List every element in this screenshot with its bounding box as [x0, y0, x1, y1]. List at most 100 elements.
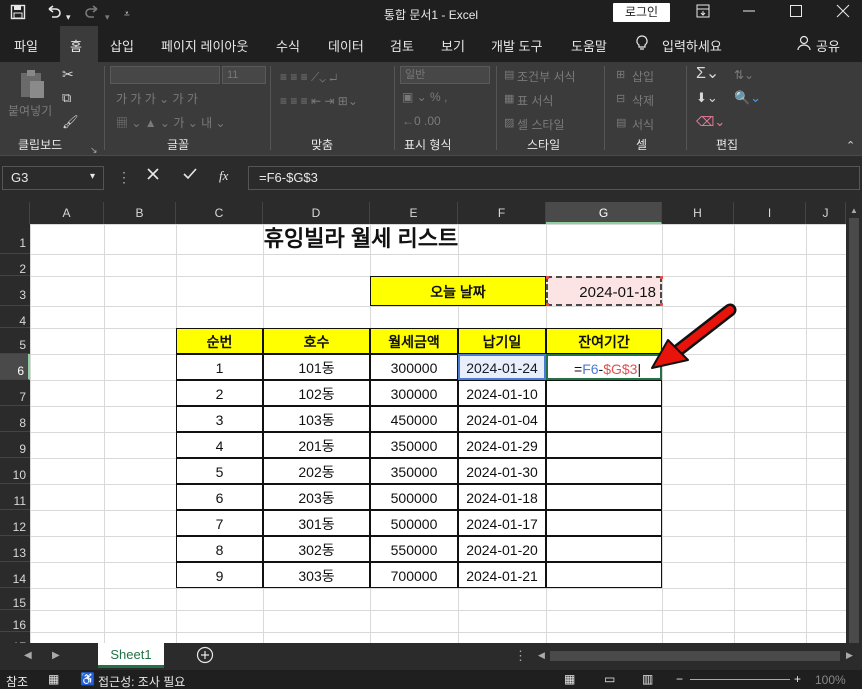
tab-page-layout[interactable]: 페이지 레이아웃 — [161, 36, 248, 55]
column-header-c[interactable]: C — [176, 202, 263, 224]
sheet-tab-sheet1[interactable]: Sheet1 — [98, 643, 164, 668]
table-cell[interactable]: 2024-01-21 — [458, 562, 546, 588]
row-header-10[interactable]: 10 — [0, 458, 30, 484]
row-header-3[interactable]: 3 — [0, 276, 30, 306]
table-header-cell[interactable]: 호수 — [263, 328, 370, 354]
tab-home[interactable]: 홈 — [70, 36, 82, 55]
row-header-1[interactable]: 1 — [0, 224, 30, 254]
table-cell[interactable]: 2024-01-20 — [458, 536, 546, 562]
normal-view-icon[interactable]: ▦ — [564, 672, 575, 686]
save-icon[interactable] — [10, 4, 26, 25]
page-break-view-icon[interactable]: ▥ — [642, 672, 653, 686]
minimize-icon[interactable] — [742, 4, 756, 23]
table-cell[interactable]: 9 — [176, 562, 263, 588]
table-cell[interactable]: 101동 — [263, 354, 370, 380]
tab-help[interactable]: 도움말 — [571, 36, 607, 55]
table-cell[interactable] — [546, 432, 662, 458]
table-cell[interactable]: 201동 — [263, 432, 370, 458]
table-cell[interactable] — [546, 510, 662, 536]
tell-me-search[interactable]: 입력하세요 — [662, 36, 722, 55]
column-header-f[interactable]: F — [458, 202, 546, 224]
column-header-a[interactable]: A — [30, 202, 104, 224]
scroll-up-icon[interactable]: ▲ — [850, 206, 858, 215]
font-size-box[interactable]: 11 — [222, 66, 266, 84]
tab-developer[interactable]: 개발 도구 — [491, 36, 542, 55]
table-cell[interactable]: 3 — [176, 406, 263, 432]
table-cell[interactable] — [546, 562, 662, 588]
table-cell[interactable]: 2 — [176, 380, 263, 406]
column-header-b[interactable]: B — [104, 202, 176, 224]
table-cell[interactable]: 2024-01-29 — [458, 432, 546, 458]
table-cell[interactable]: 6 — [176, 484, 263, 510]
paste-label[interactable]: 붙여넣기 — [8, 102, 52, 119]
name-box-dropdown-icon[interactable]: ▾ — [90, 171, 95, 182]
cancel-icon[interactable] — [146, 167, 160, 186]
number-format-box[interactable]: 일반 — [400, 66, 490, 84]
cut-icon[interactable]: ✂ — [62, 66, 74, 82]
row-header-15[interactable]: 15 — [0, 588, 30, 610]
paste-icon[interactable] — [18, 68, 48, 100]
customize-qat-icon[interactable]: ⩡ — [124, 6, 130, 24]
column-header-j[interactable]: J — [806, 202, 846, 224]
conditional-format-button[interactable]: 조건부 서식 — [517, 68, 576, 85]
table-cell[interactable] — [546, 406, 662, 432]
insert-cells-button[interactable]: 삽입 — [632, 68, 654, 85]
table-format-icon[interactable]: ▦ — [504, 92, 514, 105]
table-cell[interactable]: 7 — [176, 510, 263, 536]
table-cell[interactable]: 300000 — [370, 354, 458, 380]
table-cell[interactable]: 350000 — [370, 432, 458, 458]
table-cell[interactable]: 350000 — [370, 458, 458, 484]
table-cell[interactable]: 1 — [176, 354, 263, 380]
tab-insert[interactable]: 삽입 — [110, 36, 134, 55]
row-header-9[interactable]: 9 — [0, 432, 30, 458]
column-header-d[interactable]: D — [263, 202, 370, 224]
delete-cells-button[interactable]: 삭제 — [632, 92, 654, 109]
row-header-16[interactable]: 16 — [0, 610, 30, 632]
close-icon[interactable] — [836, 4, 850, 23]
conditional-format-icon[interactable]: ▤ — [504, 68, 514, 81]
table-cell[interactable] — [546, 380, 662, 406]
table-cell[interactable]: 450000 — [370, 406, 458, 432]
zoom-out-icon[interactable]: − — [676, 672, 683, 686]
font-name-box[interactable] — [110, 66, 220, 84]
align-horizontal-buttons[interactable]: ≡ ≡ ≡ ⇤ ⇥ ⊞⌄ — [280, 94, 358, 108]
column-header-e[interactable]: E — [370, 202, 458, 224]
sheet-title-cell[interactable]: 휴잉빌라 월세 리스트 — [176, 224, 546, 254]
share-button[interactable]: 공유 — [816, 36, 840, 55]
table-cell[interactable]: 5 — [176, 458, 263, 484]
table-cell[interactable]: 300000 — [370, 380, 458, 406]
table-cell[interactable]: 303동 — [263, 562, 370, 588]
column-header-g[interactable]: G — [546, 202, 662, 224]
macro-record-icon[interactable]: ▦ — [48, 672, 59, 686]
name-box[interactable]: G3 — [2, 166, 104, 190]
worksheet-grid[interactable]: ABCDEFGHIJ 1234567891011121314151617 휴잉빌… — [0, 202, 846, 643]
font-style-buttons[interactable]: 가 가 가 ⌄ 가 가 — [116, 90, 198, 107]
table-format-button[interactable]: 표 서식 — [517, 92, 553, 109]
table-cell[interactable]: 500000 — [370, 484, 458, 510]
decimal-buttons[interactable]: ←0 .00 — [402, 114, 441, 128]
add-sheet-icon[interactable] — [196, 646, 214, 669]
row-header-11[interactable]: 11 — [0, 484, 30, 510]
font-border-fill-buttons[interactable]: ▦ ⌄ ▲ ⌄ 가 ⌄ 내 ⌄ — [116, 114, 226, 131]
table-cell[interactable]: 102동 — [263, 380, 370, 406]
cell-style-button[interactable]: 셀 스타일 — [517, 116, 565, 133]
scroll-tabs-left-icon[interactable]: ◀ — [24, 650, 32, 661]
ribbon-display-icon[interactable] — [696, 4, 710, 23]
more-options-icon[interactable]: ⋮ — [117, 169, 131, 186]
accessibility-icon[interactable]: ♿ — [80, 672, 95, 686]
insert-cells-icon[interactable]: ⊞ — [616, 68, 625, 81]
table-header-cell[interactable]: 납기일 — [458, 328, 546, 354]
scroll-right-icon[interactable]: ▶ — [846, 650, 853, 661]
table-cell[interactable]: 550000 — [370, 536, 458, 562]
table-header-cell[interactable]: 월세금액 — [370, 328, 458, 354]
row-header-7[interactable]: 7 — [0, 380, 30, 406]
clear-icon[interactable]: ⌫⌄ — [696, 114, 725, 130]
redo-dropdown-icon[interactable]: ▾ — [105, 8, 110, 26]
row-header-5[interactable]: 5 — [0, 328, 30, 354]
table-cell[interactable]: 202동 — [263, 458, 370, 484]
active-edit-cell[interactable]: =F6-$G$3| — [546, 354, 662, 380]
tab-data[interactable]: 데이터 — [328, 36, 364, 55]
maximize-icon[interactable] — [789, 4, 803, 23]
redo-icon[interactable] — [84, 4, 100, 25]
copy-icon[interactable]: ⧉ — [62, 90, 71, 106]
